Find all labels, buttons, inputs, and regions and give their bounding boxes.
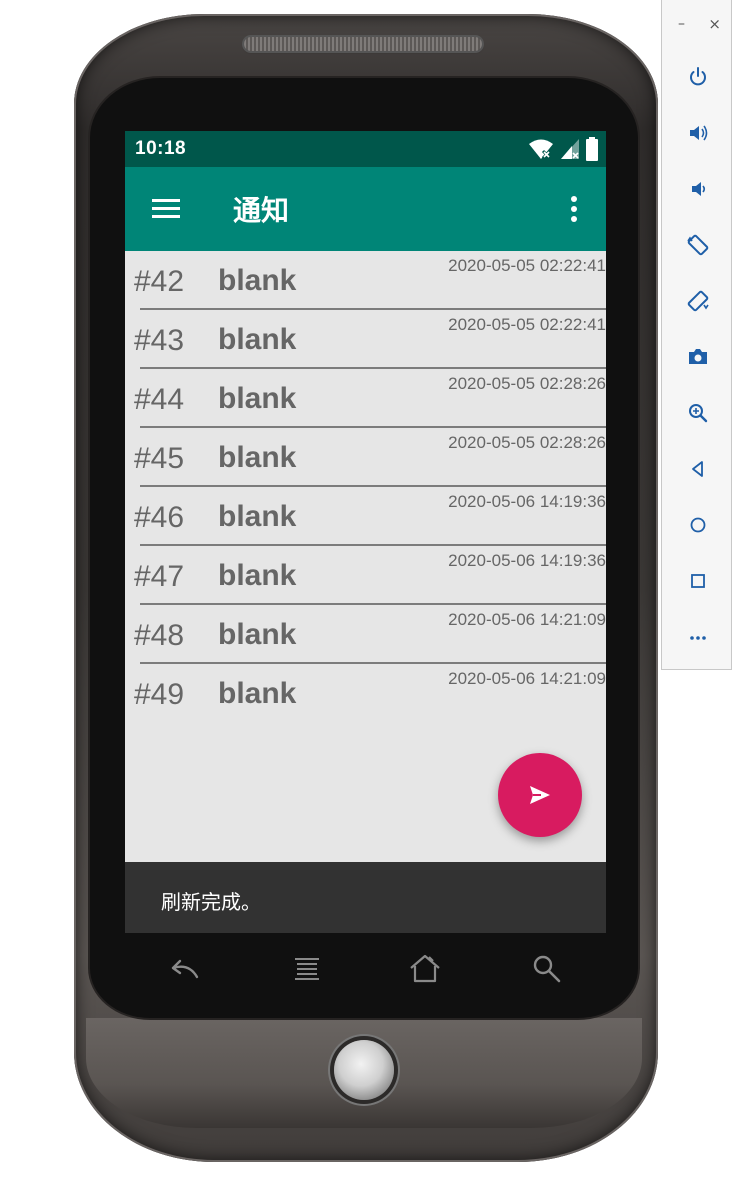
notification-row[interactable]: #49 blank 2020-05-06 14:21:09	[134, 664, 606, 723]
notification-id: #46	[134, 501, 185, 534]
search-icon	[533, 955, 561, 983]
notification-title: blank	[218, 559, 297, 592]
notification-date: 2020-05-05 02:28:26	[448, 374, 606, 393]
notification-id: #44	[134, 383, 185, 416]
home-icon	[410, 954, 440, 983]
nav-back-button[interactable]	[167, 951, 203, 987]
nav-menu-button[interactable]	[289, 951, 325, 987]
trackball-button[interactable]	[334, 1040, 394, 1100]
rotate-right-button[interactable]	[685, 288, 711, 314]
notification-row[interactable]: #45 blank 2020-05-05 02:28:26	[134, 428, 606, 487]
home-circle-icon	[690, 517, 706, 533]
send-fab-button[interactable]	[498, 753, 582, 837]
toolbar-window-controls: – ×	[662, 15, 732, 36]
notification-date: 2020-05-05 02:28:26	[448, 433, 606, 452]
rotate-left-button[interactable]	[685, 232, 711, 258]
notification-title: blank	[218, 323, 297, 356]
power-icon	[690, 67, 706, 86]
nav-search-button[interactable]	[529, 951, 565, 987]
signal-icon	[560, 138, 580, 164]
camera-icon	[689, 349, 707, 364]
notification-id: #42	[134, 265, 185, 298]
notification-row[interactable]: #46 blank 2020-05-06 14:19:36	[134, 487, 606, 546]
notification-title: blank	[218, 500, 297, 533]
notification-date: 2020-05-06 14:19:36	[448, 551, 606, 570]
status-bar: 10:18	[125, 131, 606, 167]
notification-id: #43	[134, 324, 185, 357]
notification-title: blank	[218, 441, 297, 474]
zoom-button[interactable]	[685, 400, 711, 426]
power-button[interactable]	[685, 64, 711, 90]
close-button[interactable]: ×	[708, 15, 721, 33]
volume-down-button[interactable]	[685, 176, 711, 202]
overflow-menu-button[interactable]	[564, 193, 584, 225]
notification-row[interactable]: #48 blank 2020-05-06 14:21:09	[134, 605, 606, 664]
hardware-nav-bar	[125, 933, 606, 1005]
notification-row[interactable]: #42 blank 2020-05-05 02:22:41	[134, 251, 606, 310]
back-triangle-icon	[692, 461, 703, 477]
volume-up-icon	[690, 125, 708, 141]
app-bar: 通知	[125, 167, 606, 251]
more-vert-icon	[571, 196, 577, 222]
notification-date: 2020-05-06 14:21:09	[448, 610, 606, 629]
send-icon	[530, 786, 550, 804]
status-time: 10:18	[135, 138, 187, 159]
notification-title: blank	[218, 382, 297, 415]
notification-row[interactable]: #47 blank 2020-05-06 14:19:36	[134, 546, 606, 605]
back-arrow-icon	[171, 959, 199, 979]
toolbar-back-button[interactable]	[685, 456, 711, 482]
hamburger-menu-button[interactable]	[149, 193, 183, 225]
snackbar-message: 刷新完成。	[161, 890, 261, 914]
toolbar-more-button[interactable]	[685, 624, 711, 650]
notification-date: 2020-05-06 14:21:09	[448, 669, 606, 688]
hamburger-icon	[152, 199, 180, 218]
notification-list: #42 blank 2020-05-05 02:22:41 #43 blank …	[125, 251, 606, 723]
notification-title: blank	[218, 264, 297, 297]
minimize-button[interactable]: –	[678, 16, 685, 32]
wifi-icon	[528, 138, 554, 164]
volume-down-icon	[692, 182, 706, 196]
device-screen: 10:18 通知 #42 blank 2020-05-05 02:22:41 #…	[125, 131, 606, 933]
screenshot-button[interactable]	[685, 344, 711, 370]
toolbar-overview-button[interactable]	[685, 568, 711, 594]
volume-up-button[interactable]	[685, 120, 711, 146]
notification-id: #45	[134, 442, 185, 475]
app-title: 通知	[233, 194, 290, 227]
toolbar-home-button[interactable]	[685, 512, 711, 538]
notification-id: #47	[134, 560, 185, 593]
zoom-icon	[689, 404, 708, 423]
notification-title: blank	[218, 677, 297, 710]
emulator-toolbar: – ×	[661, 0, 732, 670]
notification-row[interactable]: #43 blank 2020-05-05 02:22:41	[134, 310, 606, 369]
snackbar: 刷新完成。	[125, 862, 606, 933]
nav-home-button[interactable]	[407, 951, 443, 987]
status-icons	[528, 137, 598, 165]
notification-date: 2020-05-05 02:22:41	[448, 315, 606, 334]
phone-speaker-grille	[244, 37, 482, 51]
more-horiz-icon	[690, 636, 706, 640]
battery-icon	[586, 137, 598, 165]
notification-row[interactable]: #44 blank 2020-05-05 02:28:26	[134, 369, 606, 428]
notification-title: blank	[218, 618, 297, 651]
notification-id: #48	[134, 619, 185, 652]
rotate-right-icon	[687, 290, 709, 312]
notification-date: 2020-05-06 14:19:36	[448, 492, 606, 511]
menu-lines-icon	[295, 958, 319, 980]
rotate-left-icon	[687, 234, 709, 256]
overview-square-icon	[691, 574, 705, 588]
notification-id: #49	[134, 678, 185, 711]
notification-date: 2020-05-05 02:22:41	[448, 256, 606, 275]
